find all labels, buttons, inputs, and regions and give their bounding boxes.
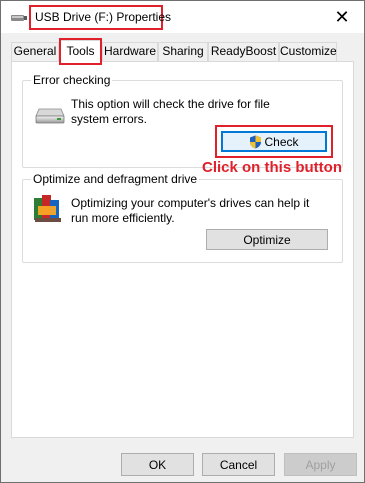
title-bar[interactable]: USB Drive (F:) Properties ✕ [1, 1, 364, 33]
error-checking-description: This option will check the drive for fil… [71, 97, 270, 126]
tab-readyboost[interactable]: ReadyBoost [208, 42, 279, 61]
window-title: USB Drive (F:) Properties [35, 10, 172, 24]
annotation-text: Click on this button [202, 159, 342, 176]
optimize-button[interactable]: Optimize [206, 229, 328, 250]
properties-dialog: USB Drive (F:) Properties ✕ General Tool… [0, 0, 365, 483]
ok-button[interactable]: OK [121, 453, 194, 476]
defrag-icon [34, 195, 61, 222]
close-icon: ✕ [334, 6, 350, 27]
optimize-group: Optimize and defragment drive Optimizing… [22, 172, 343, 263]
tab-customize[interactable]: Customize [279, 42, 337, 61]
usb-drive-icon [11, 15, 27, 21]
cancel-button[interactable]: Cancel [202, 453, 275, 476]
error-checking-title: Error checking [31, 73, 113, 87]
drive-icon [35, 108, 65, 124]
optimize-title: Optimize and defragment drive [31, 172, 200, 186]
close-button[interactable]: ✕ [320, 1, 364, 33]
tab-hardware[interactable]: Hardware [102, 42, 158, 61]
tools-tab-highlight-box [59, 38, 102, 65]
apply-button[interactable]: Apply [284, 453, 357, 476]
tab-sharing[interactable]: Sharing [158, 42, 208, 61]
tab-general[interactable]: General [11, 42, 59, 61]
optimize-description: Optimizing your computer's drives can he… [71, 196, 310, 225]
check-button-highlight-box [215, 125, 333, 158]
